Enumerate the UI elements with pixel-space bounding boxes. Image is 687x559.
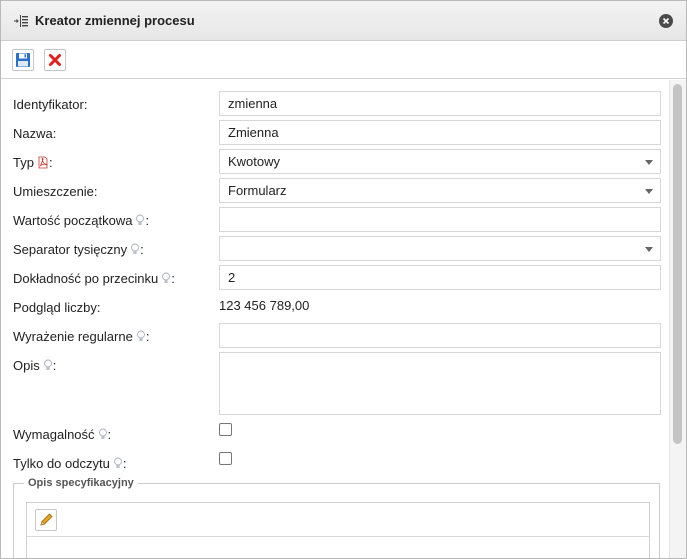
lightbulb-icon[interactable] [135, 214, 145, 227]
regex-label: Wyrażenie regularne : [13, 329, 149, 344]
thousand-separator-label-text: Separator tysięczny [13, 242, 128, 257]
placement-label: Umieszczenie: [13, 184, 98, 199]
decimal-precision-label: Dokładność po przecinku : [13, 271, 175, 286]
edit-button[interactable] [35, 508, 57, 531]
read-only-label-text: Tylko do odczytu [13, 456, 110, 471]
dialog-window: Kreator zmiennej procesu Identyfikator: [0, 0, 687, 559]
thousand-separator-select[interactable] [219, 236, 661, 261]
scrollbar-thumb[interactable] [673, 84, 682, 444]
row-initial-value: Wartość początkowa : [13, 207, 670, 233]
identifier-input[interactable] [219, 91, 661, 116]
number-preview-value: 123 456 789,00 [219, 298, 310, 313]
tree-structure-icon [13, 13, 29, 29]
row-name: Nazwa: [13, 120, 670, 146]
close-icon[interactable] [659, 14, 673, 28]
row-required: Wymagalność : [13, 423, 670, 449]
required-checkbox[interactable] [219, 423, 232, 436]
chevron-down-icon [645, 189, 653, 194]
cancel-button[interactable] [44, 48, 66, 71]
type-label-text: Typ [13, 155, 34, 170]
initial-value-label: Wartość początkowa : [13, 213, 149, 228]
toolbar [1, 41, 686, 79]
required-label-text: Wymagalność [13, 427, 95, 442]
row-identifier: Identyfikator: [13, 91, 670, 117]
identifier-label: Identyfikator: [13, 97, 88, 112]
required-label-colon: : [107, 427, 112, 442]
lightbulb-icon[interactable] [113, 457, 123, 470]
pencil-icon [40, 512, 53, 526]
required-label: Wymagalność : [13, 427, 111, 442]
decimal-precision-label-colon: : [171, 271, 175, 286]
initial-value-label-text: Wartość początkowa [13, 213, 133, 228]
chevron-down-icon [645, 160, 653, 165]
row-read-only: Tylko do odczytu : [13, 452, 670, 478]
decimal-precision-label-text: Dokładność po przecinku [13, 271, 159, 286]
read-only-checkbox[interactable] [219, 452, 232, 465]
type-select-value: Kwotowy [228, 154, 281, 169]
type-label-colon: : [48, 155, 53, 170]
initial-value-label-colon: : [145, 213, 150, 228]
lightbulb-icon[interactable] [130, 243, 140, 256]
description-label: Opis : [13, 358, 56, 373]
editor-toolbar [27, 503, 649, 537]
description-label-colon: : [52, 358, 57, 373]
placement-select[interactable]: Formularz [219, 178, 661, 203]
floppy-disk-icon [16, 52, 30, 67]
lightbulb-icon[interactable] [161, 272, 171, 285]
thousand-separator-label-colon: : [140, 242, 144, 257]
row-decimal-precision: Dokładność po przecinku : [13, 265, 670, 291]
name-label: Nazwa: [13, 126, 57, 141]
row-description: Opis : [13, 352, 670, 416]
row-placement: Umieszczenie: Formularz [13, 178, 670, 204]
lightbulb-icon[interactable] [43, 359, 53, 372]
spec-description-editor [26, 502, 650, 558]
spec-description-fieldset: Opis specyfikacyjny [13, 477, 660, 558]
regex-label-colon: : [145, 329, 150, 344]
row-number-preview: Podgląd liczby: 123 456 789,00 [13, 294, 670, 320]
dialog-title: Kreator zmiennej procesu [35, 13, 195, 28]
row-thousand-separator: Separator tysięczny : [13, 236, 670, 262]
thousand-separator-label: Separator tysięczny : [13, 242, 144, 257]
form-area: Identyfikator: Nazwa: Typ : Kwotowy [1, 80, 670, 558]
spec-description-legend: Opis specyfikacyjny [24, 477, 138, 489]
vertical-scrollbar[interactable] [669, 80, 686, 558]
description-label-text: Opis [13, 358, 40, 373]
number-preview-label: Podgląd liczby: [13, 300, 101, 315]
lightbulb-icon[interactable] [98, 428, 108, 441]
row-regex: Wyrażenie regularne : [13, 323, 670, 349]
regex-input[interactable] [219, 323, 661, 348]
save-button[interactable] [12, 48, 34, 71]
row-type: Typ : Kwotowy [13, 149, 670, 175]
regex-label-text: Wyrażenie regularne [13, 329, 133, 344]
type-select[interactable]: Kwotowy [219, 149, 661, 174]
placement-select-value: Formularz [228, 183, 287, 198]
decimal-precision-input[interactable] [219, 265, 661, 290]
read-only-label: Tylko do odczytu : [13, 456, 126, 471]
title-bar: Kreator zmiennej procesu [1, 1, 686, 41]
initial-value-input[interactable] [219, 207, 661, 232]
red-x-icon [49, 53, 61, 66]
name-input[interactable] [219, 120, 661, 145]
read-only-label-colon: : [122, 456, 127, 471]
lightbulb-icon[interactable] [136, 330, 146, 343]
type-label: Typ : [13, 155, 53, 170]
pdf-document-icon [38, 156, 48, 169]
description-textarea[interactable] [219, 352, 661, 415]
chevron-down-icon [645, 247, 653, 252]
